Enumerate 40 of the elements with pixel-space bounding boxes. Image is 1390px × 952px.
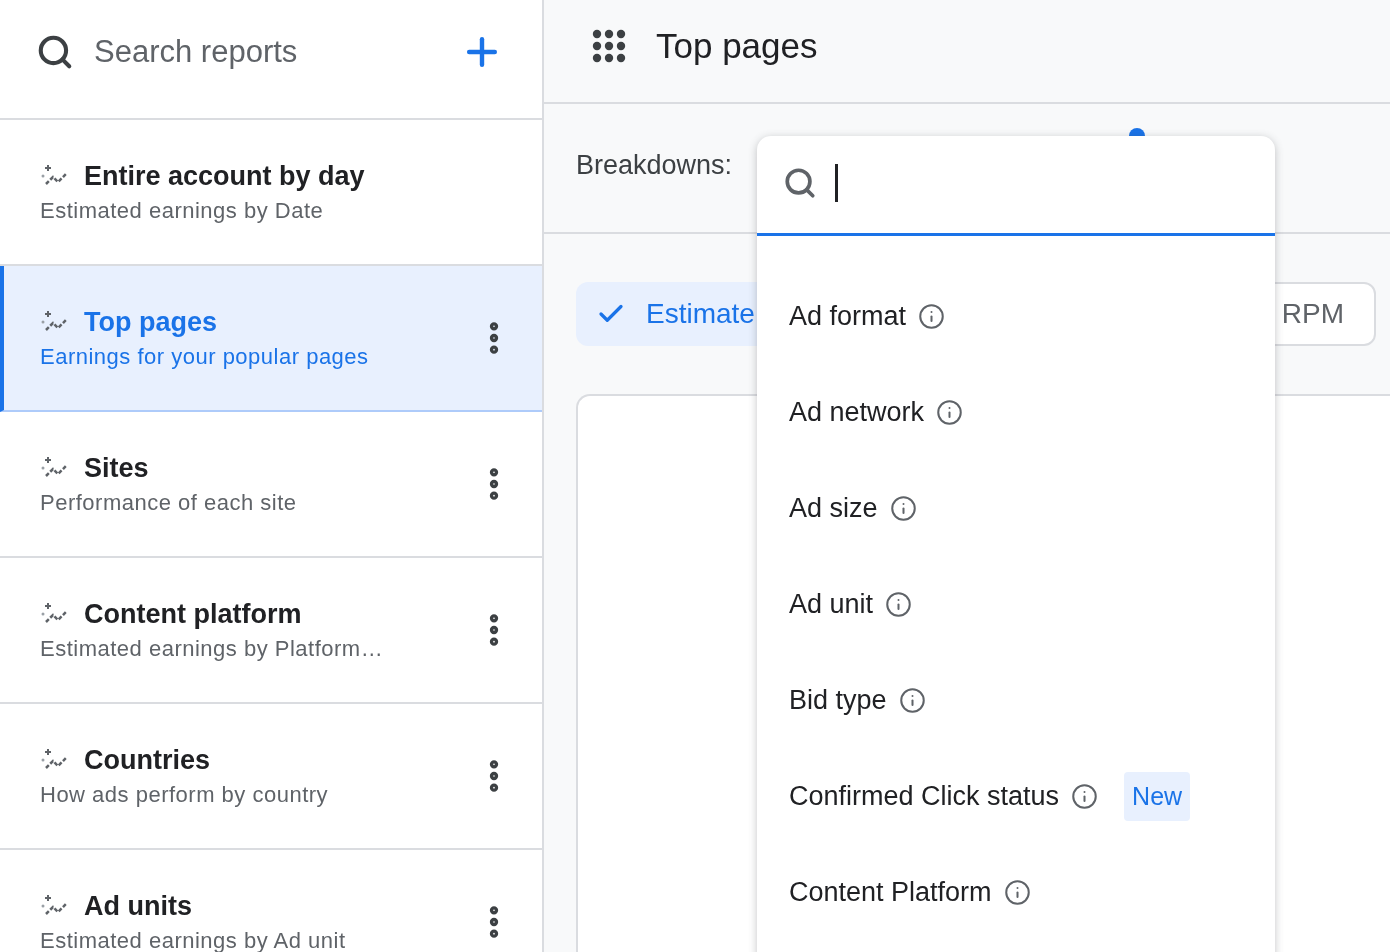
breakdown-option[interactable]: Confirmed Click status New — [757, 748, 1275, 844]
breakdown-option[interactable]: Content Platform — [757, 844, 1275, 940]
info-icon[interactable] — [885, 590, 913, 618]
report-title: Ad units — [84, 890, 192, 922]
new-badge: New — [1124, 771, 1191, 821]
report-item[interactable]: Top pages Earnings for your popular pages — [0, 266, 542, 412]
search-icon — [783, 165, 817, 200]
search-field[interactable]: Search reports — [92, 33, 442, 71]
report-title: Sites — [84, 452, 149, 484]
search-icon — [36, 33, 74, 71]
report-subtitle: Earnings for your popular pages — [40, 343, 370, 370]
report-title: Top pages — [84, 306, 217, 338]
report-subtitle: Estimated earnings by Ad unit — [40, 927, 347, 952]
breakdown-option[interactable]: Ad network — [757, 364, 1275, 460]
option-label: Content Platform — [789, 876, 992, 908]
option-label: Ad size — [789, 492, 878, 524]
report-title: Countries — [84, 744, 210, 776]
info-icon[interactable] — [936, 398, 964, 426]
breakdown-option[interactable]: Ad unit — [757, 556, 1275, 652]
report-title: Content platform — [84, 598, 302, 630]
info-icon[interactable] — [1003, 878, 1031, 906]
info-icon[interactable] — [889, 494, 917, 522]
text-cursor — [835, 163, 838, 202]
option-label: Bid type — [789, 684, 887, 716]
option-label: Confirmed Click status — [789, 780, 1060, 812]
option-label: Ad network — [789, 396, 925, 428]
report-title: Entire account by day — [84, 160, 365, 192]
report-subtitle: Estimated earnings by Date — [40, 197, 325, 224]
report-subtitle: Estimated earnings by Platform… — [40, 635, 385, 662]
page-title: Top pages — [656, 26, 818, 66]
report-subtitle: How ads perform by country — [40, 781, 330, 808]
report-subtitle: Performance of each site — [40, 489, 298, 516]
option-label: Ad unit — [789, 588, 874, 620]
apps-grid-icon[interactable] — [592, 29, 626, 63]
breakdowns-label: Breakdowns: — [576, 149, 733, 181]
info-icon[interactable] — [1071, 782, 1099, 810]
breakdown-option[interactable]: Ad size — [757, 460, 1275, 556]
info-icon[interactable] — [898, 686, 926, 714]
breakdown-option[interactable]: Bid type — [757, 652, 1275, 748]
info-icon[interactable] — [918, 302, 946, 330]
